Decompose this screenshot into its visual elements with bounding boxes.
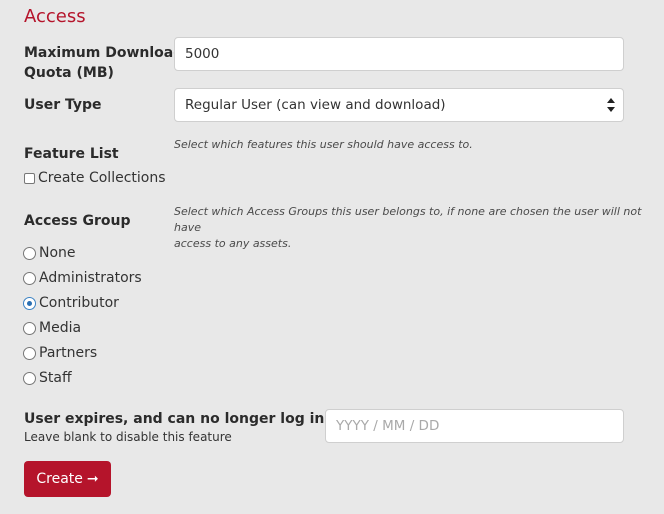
quota-label-line1: Maximum Download — [24, 45, 184, 61]
radio-option-contributor[interactable]: Contributor — [23, 295, 119, 311]
radio-media-label[interactable]: Media — [39, 320, 81, 336]
radio-contributor-label[interactable]: Contributor — [39, 295, 119, 311]
radio-option-staff[interactable]: Staff — [23, 370, 72, 386]
feature-list-help: Select which features this user should h… — [174, 138, 473, 151]
create-button[interactable]: Create ➞ — [24, 461, 111, 497]
access-group-help: Select which Access Groups this user bel… — [174, 204, 644, 252]
radio-administrators-label[interactable]: Administrators — [39, 270, 142, 286]
user-type-selected-value: Regular User (can view and download) — [185, 97, 446, 113]
create-collections-label[interactable]: Create Collections — [38, 170, 166, 186]
feature-create-collections[interactable]: Create Collections — [24, 170, 166, 186]
arrow-right-icon: ➞ — [86, 471, 99, 487]
section-title: Access — [24, 6, 86, 27]
select-arrows-icon — [607, 98, 615, 112]
radio-staff[interactable] — [23, 371, 36, 385]
radio-selected-dot — [27, 300, 32, 306]
quota-label: Maximum Download Quota (MB) — [24, 43, 183, 83]
radio-media[interactable] — [23, 321, 36, 335]
radio-administrators[interactable] — [23, 271, 36, 285]
radio-none-label[interactable]: None — [39, 245, 76, 261]
create-button-label: Create — [36, 471, 83, 487]
expiry-date-placeholder: YYYY / MM / DD — [336, 418, 440, 434]
radio-partners[interactable] — [23, 346, 36, 360]
create-collections-checkbox[interactable] — [24, 172, 35, 184]
feature-list-label: Feature List — [24, 146, 119, 162]
radio-none[interactable] — [23, 246, 36, 260]
expiry-sublabel: Leave blank to disable this feature — [24, 430, 232, 444]
quota-input[interactable]: 5000 — [174, 37, 624, 71]
access-group-help-line1: Select which Access Groups this user bel… — [174, 205, 642, 234]
radio-staff-label[interactable]: Staff — [39, 370, 72, 386]
quota-input-value: 5000 — [185, 46, 220, 62]
user-type-select[interactable]: Regular User (can view and download) — [174, 88, 624, 122]
quota-label-line2: Quota (MB) — [24, 65, 114, 81]
radio-contributor[interactable] — [23, 296, 36, 310]
radio-partners-label[interactable]: Partners — [39, 345, 97, 361]
radio-option-partners[interactable]: Partners — [23, 345, 97, 361]
access-group-label: Access Group — [24, 213, 131, 229]
radio-option-media[interactable]: Media — [23, 320, 81, 336]
access-group-help-line2: access to any assets. — [174, 237, 292, 250]
user-type-label: User Type — [24, 97, 102, 113]
radio-option-none[interactable]: None — [23, 245, 76, 261]
expiry-label: User expires, and can no longer log in a… — [24, 411, 374, 427]
expiry-date-input[interactable]: YYYY / MM / DD — [325, 409, 624, 443]
radio-option-administrators[interactable]: Administrators — [23, 270, 142, 286]
